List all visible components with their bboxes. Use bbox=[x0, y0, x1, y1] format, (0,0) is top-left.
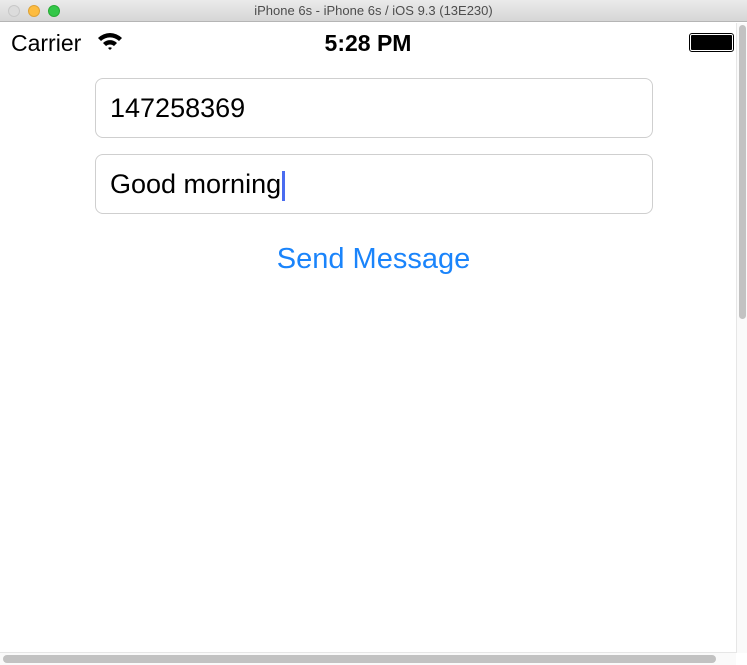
phone-number-value: 147258369 bbox=[110, 93, 246, 123]
send-message-button[interactable]: Send Message bbox=[0, 243, 747, 276]
status-bar: Carrier 5:28 PM bbox=[0, 22, 736, 64]
text-cursor bbox=[282, 170, 286, 201]
message-value: Good morning bbox=[110, 169, 282, 199]
vertical-scrollbar[interactable] bbox=[736, 23, 747, 653]
horizontal-scroll-thumb[interactable] bbox=[3, 655, 716, 663]
message-input[interactable]: Good morning bbox=[95, 154, 653, 214]
window-titlebar: iPhone 6s - iPhone 6s / iOS 9.3 (13E230) bbox=[0, 0, 747, 22]
status-time: 5:28 PM bbox=[324, 30, 412, 56]
close-button[interactable] bbox=[8, 5, 20, 17]
horizontal-scrollbar[interactable] bbox=[0, 652, 736, 665]
phone-number-input[interactable]: 147258369 bbox=[95, 78, 653, 138]
vertical-scroll-thumb[interactable] bbox=[739, 25, 746, 319]
minimize-button[interactable] bbox=[28, 5, 40, 17]
window-title: iPhone 6s - iPhone 6s / iOS 9.3 (13E230) bbox=[254, 3, 493, 18]
zoom-button[interactable] bbox=[48, 5, 60, 17]
battery-icon bbox=[689, 33, 734, 52]
